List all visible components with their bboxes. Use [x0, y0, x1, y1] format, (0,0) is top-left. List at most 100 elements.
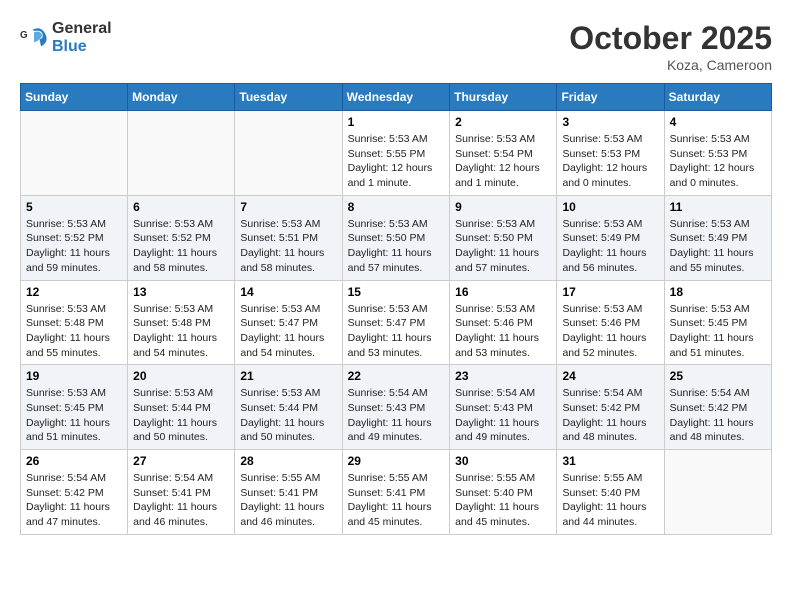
day-number: 31: [562, 454, 658, 468]
day-number: 15: [348, 285, 445, 299]
day-info: Sunrise: 5:53 AMSunset: 5:52 PMDaylight:…: [133, 217, 229, 276]
calendar-cell: 12 Sunrise: 5:53 AMSunset: 5:48 PMDayligh…: [21, 280, 128, 365]
calendar-cell: 13 Sunrise: 5:53 AMSunset: 5:48 PMDayligh…: [128, 280, 235, 365]
day-number: 17: [562, 285, 658, 299]
calendar-cell: 20 Sunrise: 5:53 AMSunset: 5:44 PMDayligh…: [128, 365, 235, 450]
svg-text:G: G: [20, 30, 28, 41]
day-info: Sunrise: 5:53 AMSunset: 5:53 PMDaylight:…: [670, 132, 766, 191]
weekday-header: Saturday: [664, 84, 771, 111]
day-number: 20: [133, 369, 229, 383]
day-info: Sunrise: 5:53 AMSunset: 5:45 PMDaylight:…: [26, 386, 122, 445]
day-info: Sunrise: 5:53 AMSunset: 5:45 PMDaylight:…: [670, 302, 766, 361]
day-info: Sunrise: 5:53 AMSunset: 5:47 PMDaylight:…: [240, 302, 336, 361]
day-info: Sunrise: 5:54 AMSunset: 5:42 PMDaylight:…: [562, 386, 658, 445]
day-number: 1: [348, 115, 445, 129]
weekday-header: Tuesday: [235, 84, 342, 111]
day-number: 12: [26, 285, 122, 299]
day-number: 25: [670, 369, 766, 383]
calendar-week-row: 12 Sunrise: 5:53 AMSunset: 5:48 PMDayligh…: [21, 280, 772, 365]
calendar-week-row: 1 Sunrise: 5:53 AMSunset: 5:55 PMDaylight…: [21, 111, 772, 196]
calendar-cell: 5Sunrise: 5:53 AMSunset: 5:52 PMDaylight…: [21, 195, 128, 280]
calendar-cell: 1 Sunrise: 5:53 AMSunset: 5:55 PMDaylight…: [342, 111, 450, 196]
calendar-cell: 18 Sunrise: 5:53 AMSunset: 5:45 PMDayligh…: [664, 280, 771, 365]
day-number: 14: [240, 285, 336, 299]
day-number: 7: [240, 200, 336, 214]
day-number: 9: [455, 200, 551, 214]
calendar-week-row: 26Sunrise: 5:54 AMSunset: 5:42 PMDayligh…: [21, 450, 772, 535]
weekday-header: Thursday: [450, 84, 557, 111]
day-number: 21: [240, 369, 336, 383]
calendar-cell: 15 Sunrise: 5:53 AMSunset: 5:47 PMDayligh…: [342, 280, 450, 365]
calendar-cell: 24Sunrise: 5:54 AMSunset: 5:42 PMDayligh…: [557, 365, 664, 450]
day-number: 2: [455, 115, 551, 129]
day-info: Sunrise: 5:55 AMSunset: 5:41 PMDaylight:…: [240, 471, 336, 530]
calendar-table: SundayMondayTuesdayWednesdayThursdayFrid…: [20, 83, 772, 535]
logo-icon: G: [20, 24, 48, 52]
day-number: 18: [670, 285, 766, 299]
day-info: Sunrise: 5:55 AMSunset: 5:40 PMDaylight:…: [562, 471, 658, 530]
calendar-cell: 23Sunrise: 5:54 AMSunset: 5:43 PMDayligh…: [450, 365, 557, 450]
calendar-cell: 27 Sunrise: 5:54 AMSunset: 5:41 PMDayligh…: [128, 450, 235, 535]
day-info: Sunrise: 5:53 AMSunset: 5:46 PMDaylight:…: [455, 302, 551, 361]
logo-general: General: [52, 20, 112, 37]
day-number: 28: [240, 454, 336, 468]
calendar-cell: 10 Sunrise: 5:53 AMSunset: 5:49 PMDayligh…: [557, 195, 664, 280]
calendar-cell: 25 Sunrise: 5:54 AMSunset: 5:42 PMDayligh…: [664, 365, 771, 450]
calendar-cell: 19 Sunrise: 5:53 AMSunset: 5:45 PMDayligh…: [21, 365, 128, 450]
weekday-header: Sunday: [21, 84, 128, 111]
day-info: Sunrise: 5:54 AMSunset: 5:42 PMDaylight:…: [26, 471, 122, 530]
day-number: 27: [133, 454, 229, 468]
day-info: Sunrise: 5:53 AMSunset: 5:44 PMDaylight:…: [133, 386, 229, 445]
day-number: 10: [562, 200, 658, 214]
day-info: Sunrise: 5:53 AMSunset: 5:52 PMDaylight:…: [26, 217, 122, 276]
day-info: Sunrise: 5:53 AMSunset: 5:47 PMDaylight:…: [348, 302, 445, 361]
calendar-header-row: SundayMondayTuesdayWednesdayThursdayFrid…: [21, 84, 772, 111]
calendar-cell: 11 Sunrise: 5:53 AMSunset: 5:49 PMDayligh…: [664, 195, 771, 280]
day-info: Sunrise: 5:53 AMSunset: 5:51 PMDaylight:…: [240, 217, 336, 276]
day-number: 29: [348, 454, 445, 468]
calendar-cell: 17Sunrise: 5:53 AMSunset: 5:46 PMDayligh…: [557, 280, 664, 365]
day-number: 4: [670, 115, 766, 129]
day-info: Sunrise: 5:53 AMSunset: 5:49 PMDaylight:…: [562, 217, 658, 276]
day-info: Sunrise: 5:54 AMSunset: 5:43 PMDaylight:…: [348, 386, 445, 445]
day-number: 19: [26, 369, 122, 383]
day-info: Sunrise: 5:53 AMSunset: 5:49 PMDaylight:…: [670, 217, 766, 276]
calendar-cell: 16 Sunrise: 5:53 AMSunset: 5:46 PMDayligh…: [450, 280, 557, 365]
day-number: 8: [348, 200, 445, 214]
calendar-cell: 28 Sunrise: 5:55 AMSunset: 5:41 PMDayligh…: [235, 450, 342, 535]
day-number: 11: [670, 200, 766, 214]
day-info: Sunrise: 5:53 AMSunset: 5:54 PMDaylight:…: [455, 132, 551, 191]
logo-blue: Blue: [52, 38, 87, 55]
calendar-cell: 29 Sunrise: 5:55 AMSunset: 5:41 PMDayligh…: [342, 450, 450, 535]
day-info: Sunrise: 5:53 AMSunset: 5:48 PMDaylight:…: [133, 302, 229, 361]
day-number: 30: [455, 454, 551, 468]
title-block: October 2025 Koza, Cameroon: [569, 20, 772, 73]
calendar-cell: 21 Sunrise: 5:53 AMSunset: 5:44 PMDayligh…: [235, 365, 342, 450]
calendar-week-row: 19 Sunrise: 5:53 AMSunset: 5:45 PMDayligh…: [21, 365, 772, 450]
page-header: G General Blue October 2025 Koza, Camero…: [20, 20, 772, 73]
calendar-cell: 9Sunrise: 5:53 AMSunset: 5:50 PMDaylight…: [450, 195, 557, 280]
day-number: 23: [455, 369, 551, 383]
day-number: 16: [455, 285, 551, 299]
day-info: Sunrise: 5:53 AMSunset: 5:53 PMDaylight:…: [562, 132, 658, 191]
calendar-cell: 14 Sunrise: 5:53 AMSunset: 5:47 PMDayligh…: [235, 280, 342, 365]
day-number: 3: [562, 115, 658, 129]
calendar-cell: 26Sunrise: 5:54 AMSunset: 5:42 PMDayligh…: [21, 450, 128, 535]
day-info: Sunrise: 5:53 AMSunset: 5:48 PMDaylight:…: [26, 302, 122, 361]
day-number: 6: [133, 200, 229, 214]
day-info: Sunrise: 5:53 AMSunset: 5:50 PMDaylight:…: [348, 217, 445, 276]
day-info: Sunrise: 5:55 AMSunset: 5:41 PMDaylight:…: [348, 471, 445, 530]
day-info: Sunrise: 5:53 AMSunset: 5:55 PMDaylight:…: [348, 132, 445, 191]
location: Koza, Cameroon: [569, 57, 772, 73]
calendar-cell: 6 Sunrise: 5:53 AMSunset: 5:52 PMDaylight…: [128, 195, 235, 280]
calendar-cell: [664, 450, 771, 535]
calendar-cell: 30Sunrise: 5:55 AMSunset: 5:40 PMDayligh…: [450, 450, 557, 535]
weekday-header: Friday: [557, 84, 664, 111]
calendar-cell: 31 Sunrise: 5:55 AMSunset: 5:40 PMDayligh…: [557, 450, 664, 535]
day-number: 13: [133, 285, 229, 299]
calendar-week-row: 5Sunrise: 5:53 AMSunset: 5:52 PMDaylight…: [21, 195, 772, 280]
day-info: Sunrise: 5:53 AMSunset: 5:44 PMDaylight:…: [240, 386, 336, 445]
logo: G General Blue: [20, 20, 112, 55]
day-info: Sunrise: 5:54 AMSunset: 5:42 PMDaylight:…: [670, 386, 766, 445]
day-info: Sunrise: 5:54 AMSunset: 5:41 PMDaylight:…: [133, 471, 229, 530]
